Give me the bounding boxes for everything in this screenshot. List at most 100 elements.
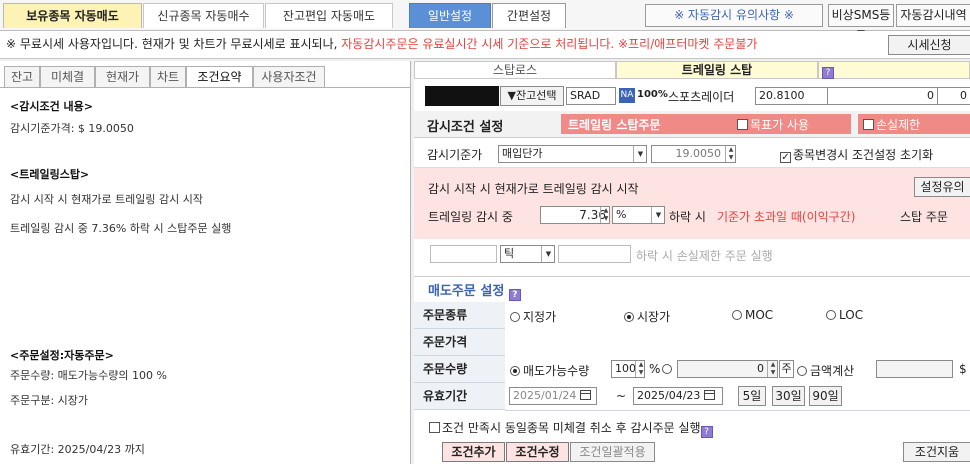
trailing-line-2a: 트레일링 감시 중	[428, 210, 513, 224]
radio-amount-calc[interactable]: 금액계산	[797, 362, 854, 379]
amount-input[interactable]	[876, 360, 953, 378]
stock-name: 스포츠레이더	[668, 90, 735, 104]
calendar-icon[interactable]	[703, 390, 715, 400]
help-icon[interactable]: ?	[508, 289, 521, 301]
order-type-label: 주문종류	[414, 302, 505, 329]
tab-trailing-stop[interactable]: 트레일링 스탑	[616, 61, 818, 79]
summary-heading-order: <주문설정:자동주문>	[10, 349, 114, 362]
tab-condition-summary[interactable]: 조건요약	[186, 66, 253, 88]
summary-heading-trailing: <트레일링스탑>	[10, 168, 90, 181]
tab-chart[interactable]: 차트	[150, 66, 186, 88]
reset-checkbox[interactable]: ✓	[780, 152, 791, 163]
order-price-body	[505, 329, 970, 357]
caution-settings-button[interactable]: 설정유의	[914, 177, 970, 197]
date-from-input[interactable]: 2025/01/24	[509, 387, 597, 405]
spinner-icon[interactable]: ▲ ▼	[767, 361, 778, 377]
modify-condition-button[interactable]: 조건수정	[506, 442, 569, 462]
notice-text-2: 자동감시주문은 유료실시간 시세 기준으로 처리됩니다. ※프리/애프터마켓 주…	[341, 37, 758, 51]
base-price-select[interactable]: 매입단가	[498, 145, 647, 163]
radio-loc[interactable]: LOC	[826, 308, 863, 322]
tab-stoploss[interactable]: 스탑로스	[414, 61, 616, 79]
calendar-icon[interactable]	[579, 390, 591, 400]
stoploss-check[interactable]: 손실제한	[863, 116, 920, 133]
stoploss-checkbox[interactable]	[863, 119, 874, 130]
tab-user-condition[interactable]: 사용자조건	[253, 66, 325, 88]
tab-unfilled[interactable]: 미체결	[40, 66, 95, 88]
notice-bar: ※ 무료시세 사용자입니다. 현재가 및 차트가 무료시세로 표시되나, 자동감…	[0, 31, 970, 59]
base-price-select-value: 매입단가	[502, 147, 543, 160]
sellable-qty-label: 매도가능수량	[523, 364, 590, 378]
date-to-input[interactable]: 2025/04/23	[633, 387, 723, 405]
summary-trailing-drop: 트레일링 감시 중 7.36% 하락 시 스탑주문 실행	[10, 222, 232, 235]
right-panel: 스탑로스 트레일링 스탑 ? ▼잔고선택 SRAD NA 100% 스포츠레이더…	[414, 61, 970, 464]
fixed-qty-input[interactable]: 0	[677, 360, 778, 378]
target-checkbox[interactable]	[737, 119, 748, 130]
chevron-down-icon[interactable]: ▼	[651, 207, 665, 223]
clear-condition-button[interactable]: 조건지움	[903, 442, 970, 462]
quote-apply-button[interactable]: 시세신청	[888, 35, 970, 55]
stock-pct: 100%	[637, 89, 668, 100]
apply-all-condition-button[interactable]: 조건일괄적용	[570, 442, 655, 462]
amount-unit: $	[959, 362, 967, 376]
summary-order-qty: 주문수량: 매도가능수량의 100 %	[10, 369, 167, 382]
cancel-unfilled-label: 조건 만족시 동일종목 미체결 취소 후 감시주문 실행	[442, 421, 701, 435]
market-badge: NA	[619, 88, 635, 103]
emergency-sms-button[interactable]: 비상SMS등록	[828, 4, 894, 43]
tab-current-price[interactable]: 현재가	[95, 66, 150, 88]
target-price-check[interactable]: 목표가 사용	[737, 116, 809, 133]
left-panel: 잔고 미체결 현재가 차트 조건요약 사용자조건 <감시조건 내용> 감시기준가…	[0, 61, 411, 464]
radio-sellable-qty[interactable]: 매도가능수량	[510, 362, 589, 379]
period-90d-button[interactable]: 90일	[809, 386, 842, 406]
tab-balance[interactable]: 잔고	[4, 66, 40, 88]
loss-extra-input[interactable]	[558, 245, 631, 263]
add-condition-button[interactable]: 조건추가	[442, 442, 505, 462]
period-30d-button[interactable]: 30일	[772, 386, 805, 406]
tab-new-auto-buy[interactable]: 신규종목 자동매수	[143, 3, 264, 28]
radio-limit[interactable]: 지정가	[510, 308, 556, 325]
order-qty-body: 매도가능수량 100 ▲ ▼ % 0 ▲ ▼ 주 금액계산 $	[505, 356, 970, 384]
date-from-value: 2025/01/24	[513, 389, 577, 402]
stoploss-label: 손실제한	[876, 118, 921, 132]
tab-simple-settings[interactable]: 간편설정	[492, 3, 566, 28]
summary-base-price: 감시기준가격: $ 19.0050	[10, 122, 134, 135]
help-icon[interactable]: ?	[822, 67, 834, 79]
radio-moc[interactable]: MOC	[732, 308, 773, 322]
tab-underline	[0, 87, 410, 88]
help-icon[interactable]: ?	[700, 426, 713, 438]
stock-extra-field: 0	[938, 87, 970, 105]
period-5d-button[interactable]: 5일	[738, 386, 766, 406]
radio-market[interactable]: 시장가	[624, 308, 670, 325]
trailing-line-2b: 하락 시	[669, 210, 706, 224]
tab-balance-auto-sell[interactable]: 잔고편입 자동매도	[265, 3, 393, 28]
cancel-unfilled-check[interactable]: 조건 만족시 동일종목 미체결 취소 후 감시주문 실행?	[429, 419, 713, 438]
order-title-text: 매도주문 설정	[428, 284, 505, 299]
current-price-field: 20.8100	[755, 87, 828, 105]
stock-code-input[interactable]: SRAD	[566, 87, 616, 105]
valid-period-label: 유효기간	[414, 383, 505, 410]
notice-caution-button[interactable]: ※ 자동감시 유의사항 ※	[645, 4, 823, 27]
account-field[interactable]	[425, 86, 499, 106]
tab-general-settings[interactable]: 일반설정	[409, 3, 491, 28]
trailing-line-2c: 기준가 초과일 때(이익구간)	[717, 210, 856, 224]
cancel-checkbox[interactable]	[429, 422, 440, 433]
base-price-input[interactable]: 19.0050	[651, 145, 736, 163]
loss-value-input[interactable]	[430, 245, 497, 263]
spinner-icon[interactable]: ▲ ▼	[600, 207, 611, 223]
radio-loc-label: LOC	[839, 308, 864, 322]
chevron-down-icon[interactable]: ▼	[541, 246, 555, 262]
qty-pct-unit: %	[649, 362, 661, 376]
tab-holding-auto-sell[interactable]: 보유종목 자동매도	[3, 3, 142, 28]
chevron-down-icon[interactable]: ▼	[633, 146, 647, 162]
balance-select-button[interactable]: ▼잔고선택	[500, 86, 564, 106]
base-price-label: 감시기준가	[427, 148, 483, 162]
auto-monitor-history-button[interactable]: 자동감시내역	[896, 4, 970, 27]
reset-label: 종목변경시 조건설정 초기화	[793, 148, 934, 162]
reset-on-change-check[interactable]: ✓ 종목변경시 조건설정 초기화	[780, 146, 933, 163]
spinner-icon[interactable]: ▲ ▼	[635, 361, 646, 377]
top-tab-bar: 보유종목 자동매도 신규종목 자동매수 잔고편입 자동매도 일반설정 간편설정 …	[0, 0, 970, 43]
order-qty-label: 주문수량	[414, 356, 505, 383]
target-label: 목표가 사용	[750, 118, 810, 132]
spinner-icon[interactable]: ▲ ▼	[725, 146, 736, 162]
summary-valid-period: 유효기간: 2025/04/23 까지	[10, 443, 145, 456]
radio-fixed-qty[interactable]	[662, 362, 675, 376]
